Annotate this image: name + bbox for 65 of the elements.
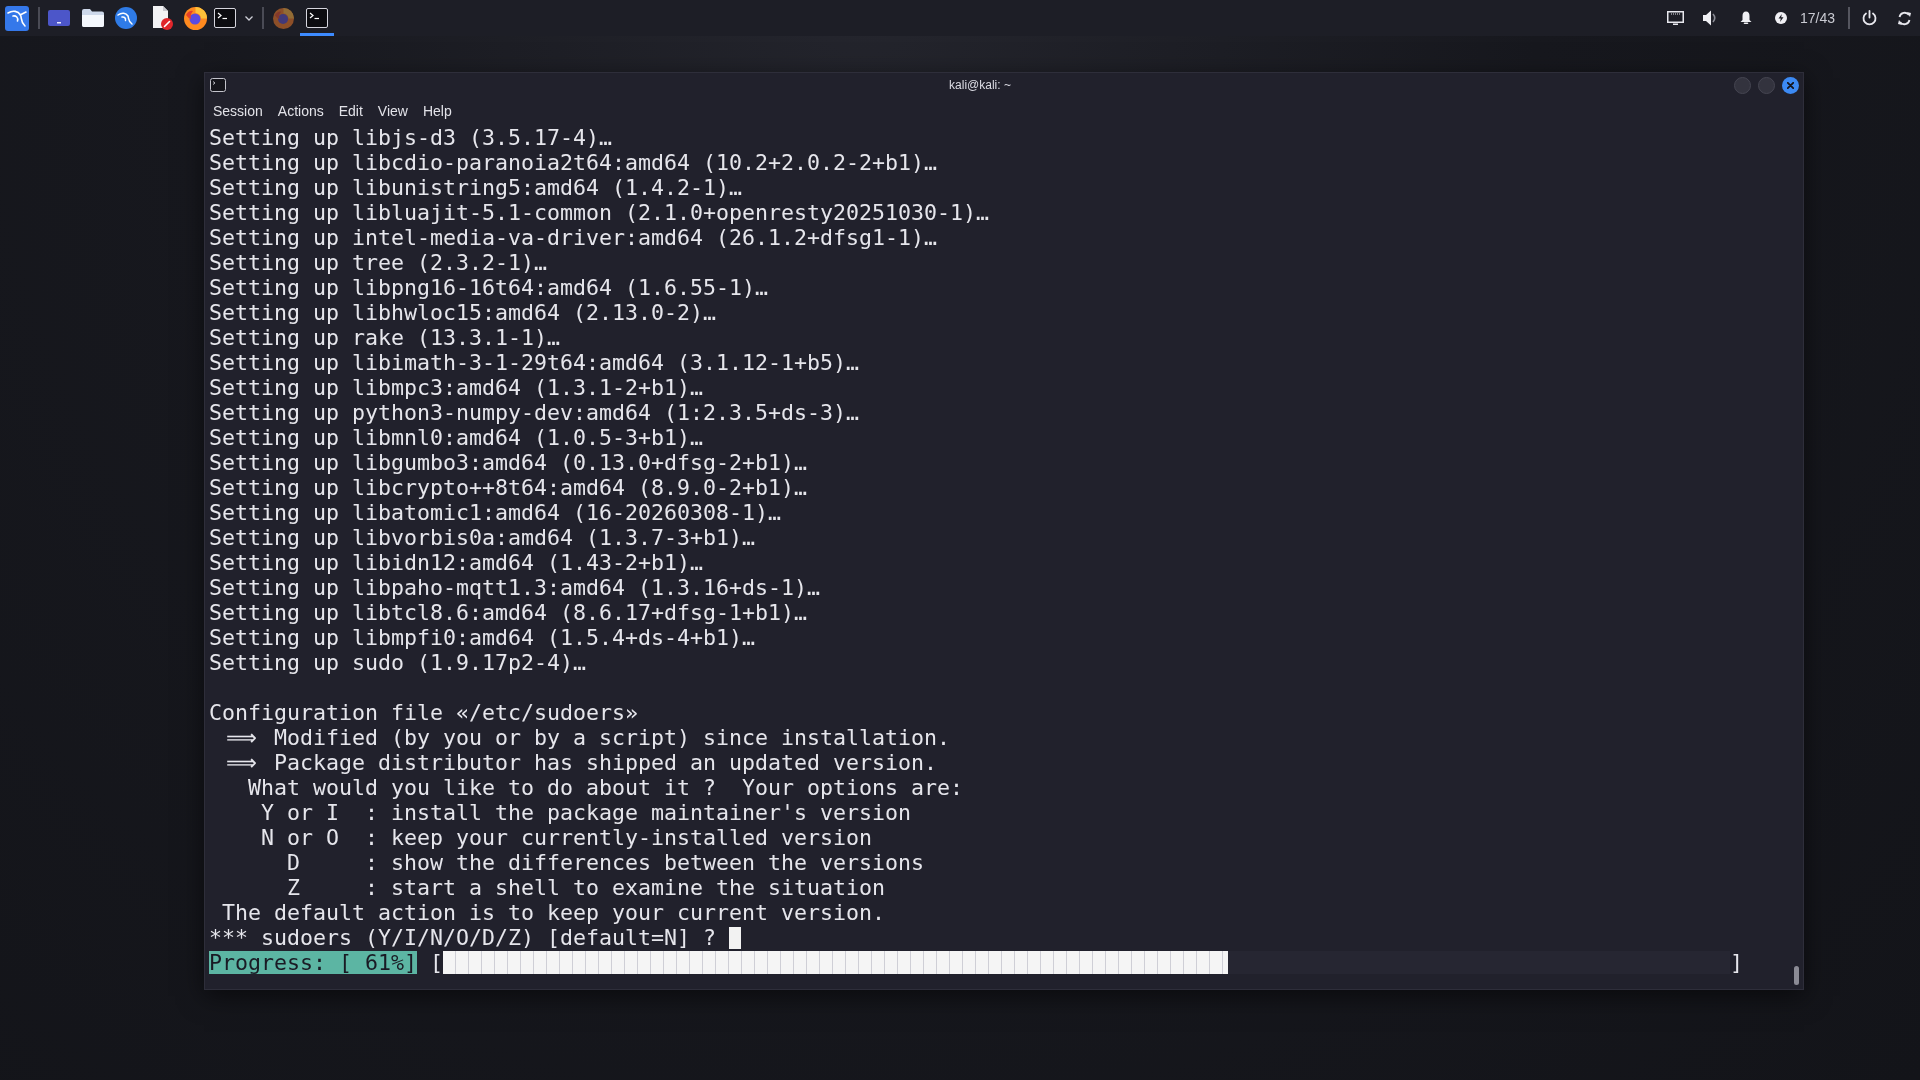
bolt-circle-icon[interactable] <box>1774 12 1787 24</box>
menu-item[interactable]: Actions <box>277 104 324 118</box>
power-icon[interactable] <box>1862 10 1877 26</box>
terminal-line: Setting up libimath-3-1-29t64:amd64 (3.1.12-1+b5)… <box>209 350 860 375</box>
terminal-line: Setting up libidn12:amd64 (1.43-2+b1)… <box>209 550 704 575</box>
fox-globe-icon <box>272 7 294 29</box>
terminal-icon <box>306 8 328 28</box>
fox-globe-icon[interactable] <box>184 6 207 30</box>
menu-item[interactable]: Help <box>422 104 452 118</box>
terminal-line: Setting up python3-numpy-dev:amd64 (1:2.3.5+ds-3)… <box>209 400 860 425</box>
bell-icon[interactable] <box>1739 11 1752 25</box>
terminal-line: Setting up libatomic1:amd64 (16-20260308-1)… <box>209 500 782 525</box>
status-text: 17/43 <box>1799 11 1835 25</box>
terminal-line: Setting up libcdio-paranoia2t64:amd64 (10.2+2.0.2-2+b1)… <box>209 150 938 175</box>
terminal-line: Setting up libtcl8.6:amd64 (8.6.17+dfsg-1+b1)… <box>209 600 808 625</box>
terminal-line: Setting up libmpc3:amd64 (1.3.1-2+b1)… <box>209 375 704 400</box>
terminal-line: Setting up intel-media-va-driver:amd64 (26.1.2+dfsg1-1)… <box>209 225 938 250</box>
monitor-icon[interactable] <box>1666 11 1684 25</box>
terminal-line: Setting up libgumbo3:amd64 (0.13.0+dfsg-2+b1)… <box>209 450 808 475</box>
terminal-line: Setting up libpng16-16t64:amd64 (1.6.55-1)… <box>209 275 769 300</box>
terminal-line: Setting up libjs-d3 (3.5.17-4)… <box>209 125 613 150</box>
document-edit-icon[interactable] <box>152 6 173 30</box>
terminal-line: Setting up libvorbis0a:amd64 (1.3.7-3+b1)… <box>209 525 756 550</box>
terminal-line: Setting up libpaho-mqtt1.3:amd64 (1.3.16+ds-1)… <box>209 575 821 600</box>
terminal-line: The default action is to keep your current version. <box>222 900 886 925</box>
arrow-symbol: ⟹ <box>225 725 258 750</box>
terminal-line: Setting up libluajit-5.1-common (2.1.0+openresty20251030-1)… <box>209 200 990 225</box>
terminal-line: Modified (by you or by a script) since installation. <box>274 725 951 750</box>
terminal-icon <box>210 78 226 92</box>
folder-icon[interactable] <box>82 9 104 27</box>
block-cursor-icon <box>729 926 742 949</box>
dragon-logo-icon[interactable] <box>5 5 29 31</box>
bracket-text: [ <box>430 951 443 974</box>
terminal-line: Setting up libunistring5:amd64 (1.4.2-1)… <box>209 175 743 200</box>
menu-item[interactable]: View <box>377 104 408 118</box>
chevron-down-icon[interactable] <box>245 15 253 21</box>
terminal-line: Configuration file «/etc/sudoers» <box>209 700 639 725</box>
menu-item[interactable]: Session <box>213 104 263 118</box>
terminal-icon[interactable] <box>214 8 236 28</box>
scrollbar-thumb[interactable] <box>1794 966 1799 985</box>
dragon-circle-icon[interactable] <box>115 7 137 29</box>
terminal-line: N or O : keep your currently-installed version <box>261 825 873 850</box>
close-button[interactable] <box>1782 76 1799 94</box>
terminal-line: Z : start a shell to examine the situation <box>287 875 886 900</box>
menu-item[interactable]: Edit <box>338 104 363 118</box>
window-title: kali@kali: ~ <box>949 79 1011 91</box>
terminal-line: Setting up libmnl0:amd64 (1.0.5-3+b1)… <box>209 425 704 450</box>
terminal-line: Setting up tree (2.3.2-1)… <box>209 250 547 275</box>
terminal-line: Setting up libmpfi0:amd64 (1.5.4+ds-4+b1)… <box>209 625 756 650</box>
terminal-line: *** sudoers (Y/I/N/O/D/Z) [default=N] ? <box>209 925 717 950</box>
close-icon <box>1787 81 1794 89</box>
screen-icon[interactable] <box>48 10 70 26</box>
progress-label: Progress: [ 61%] <box>209 951 417 974</box>
terminal-line: Y or I : install the package maintainer's version <box>261 800 912 825</box>
arrow-symbol: ⟹ <box>225 750 258 775</box>
terminal-line: Package distributor has shipped an updated version. <box>274 750 938 775</box>
terminal-line: Setting up libcrypto++8t64:amd64 (8.9.0-2+b1)… <box>209 475 808 500</box>
refresh-icon[interactable] <box>1897 10 1912 26</box>
speaker-icon[interactable] <box>1702 10 1717 26</box>
terminal-line: Setting up sudo (1.9.17p2-4)… <box>209 650 586 675</box>
terminal-line: D : show the differences between the versions <box>287 850 925 875</box>
bracket-text: ] <box>1730 951 1743 974</box>
terminal-line: Setting up rake (13.3.1-1)… <box>209 325 560 350</box>
terminal-line: What would you like to do about it ? Your options are: <box>248 775 964 800</box>
terminal-line: Setting up libhwloc15:amd64 (2.13.0-2)… <box>209 300 717 325</box>
